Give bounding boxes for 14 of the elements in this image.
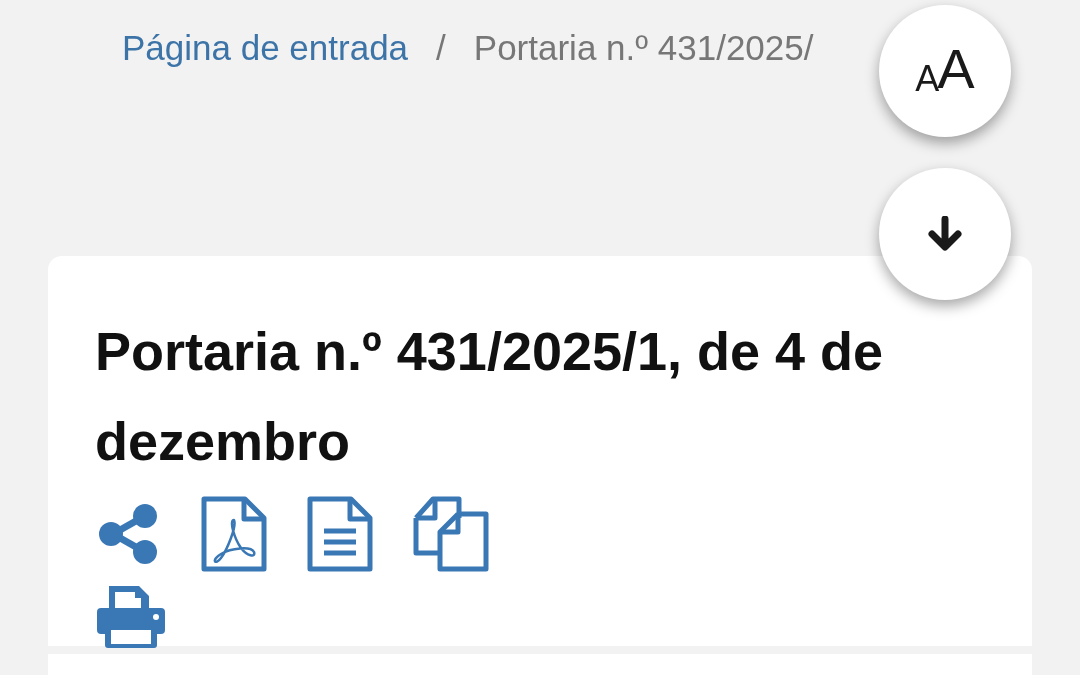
breadcrumb-separator: / [436, 27, 446, 69]
down-arrow-icon [928, 216, 962, 252]
document-action-button[interactable] [307, 496, 373, 572]
document-action-button[interactable] [201, 496, 267, 572]
font-size-button[interactable]: AA [879, 5, 1011, 137]
document-title: Portaria n.º 431/2025/1, de 4 de dezembro [95, 320, 885, 473]
breadcrumb-current: Portaria n.º 431/2025/ [473, 27, 814, 69]
document-action-button[interactable] [95, 584, 167, 650]
breadcrumb-link[interactable]: Página de entrada [122, 26, 409, 70]
copy-icon [413, 496, 491, 572]
scroll-down-button[interactable] [879, 168, 1011, 300]
pdf-file-icon [201, 496, 267, 572]
text-file-icon [307, 496, 373, 572]
document-action-button[interactable] [413, 496, 491, 572]
